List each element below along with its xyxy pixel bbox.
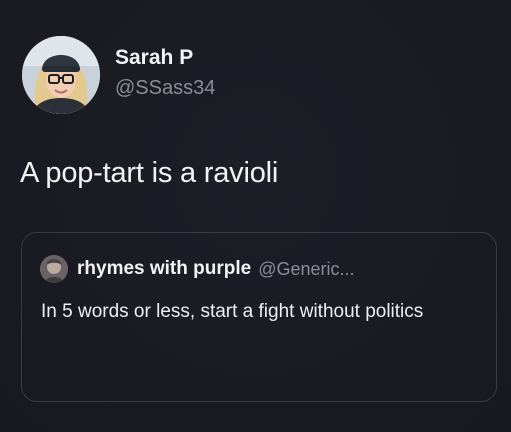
- author-names: Sarah P @SSass34: [115, 45, 215, 101]
- author-avatar-photo-icon: [22, 36, 100, 114]
- tweet-header: Sarah P @SSass34: [22, 36, 215, 114]
- quoted-tweet[interactable]: rhymes with purple @Generic... In 5 word…: [21, 232, 497, 402]
- author-avatar[interactable]: [22, 36, 100, 114]
- quoted-author-avatar-photo-icon: [40, 255, 68, 283]
- tweet-card: Sarah P @SSass34 A pop-tart is a ravioli…: [0, 0, 511, 432]
- author-handle[interactable]: @SSass34: [115, 75, 215, 101]
- quoted-tweet-header: rhymes with purple @Generic...: [40, 255, 355, 283]
- quoted-author-avatar[interactable]: [40, 255, 68, 283]
- author-display-name[interactable]: Sarah P: [115, 45, 215, 71]
- quoted-tweet-text: In 5 words or less, start a fight withou…: [41, 301, 424, 322]
- quoted-author-handle[interactable]: @Generic...: [258, 259, 354, 280]
- quoted-author-display-name[interactable]: rhymes with purple: [77, 258, 251, 280]
- tweet-text: A pop-tart is a ravioli: [20, 157, 279, 189]
